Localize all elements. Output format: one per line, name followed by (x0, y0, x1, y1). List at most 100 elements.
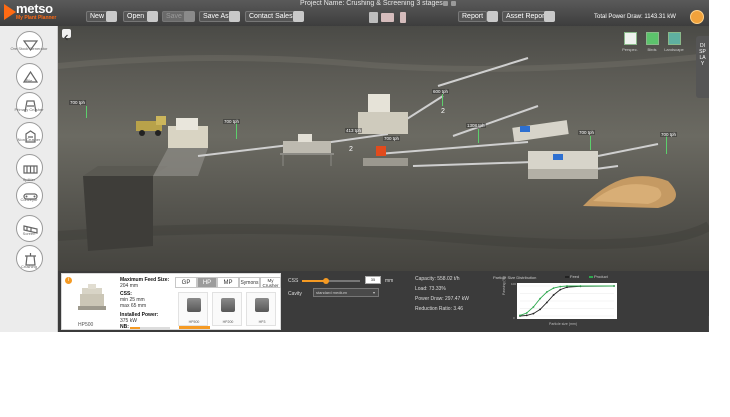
view-perspective-label: Perspec. (622, 47, 638, 52)
sidebar-item-ore-stock[interactable] (16, 31, 43, 58)
report-button[interactable]: Report (458, 11, 488, 22)
save-disk-icon[interactable] (184, 11, 195, 22)
data-point-feed (539, 308, 542, 311)
view-birds-icon[interactable] (646, 32, 659, 45)
delete-icon[interactable] (381, 13, 394, 22)
model-hp3-label: HP3 (258, 320, 266, 324)
top-toolbar: metso My Plant Planner New Open Save Sav… (0, 0, 709, 26)
metso-logo: metso My Plant Planner (4, 1, 82, 24)
nb-label: NB: (120, 324, 129, 330)
nb-progress-bar (130, 327, 170, 329)
cavity-select[interactable]: standard medium ▾ (313, 288, 379, 297)
crusher-model-name: HP500 (78, 322, 94, 328)
scene-collapse-button[interactable] (62, 29, 71, 41)
view-landscape-icon[interactable] (668, 32, 681, 45)
new-file-icon[interactable] (106, 11, 117, 22)
data-point-product (579, 285, 582, 287)
user-avatar-icon[interactable] (690, 10, 704, 24)
flow-label[interactable]: 700 tph (660, 132, 678, 137)
data-point-product (552, 287, 555, 289)
report-icon[interactable] (487, 11, 498, 22)
selected-model-indicator (179, 326, 210, 329)
css-setting-label: CSS (288, 278, 299, 284)
psd-plot-area (517, 283, 617, 319)
crusher-image (78, 284, 106, 310)
psd-x-axis-label: Particle size (mm) (549, 322, 578, 326)
contact-person-icon[interactable] (293, 11, 304, 22)
capacity-stat: Capacity: 558.02 t/h (415, 276, 460, 282)
redo-icon[interactable] (451, 1, 456, 6)
flow-label[interactable]: 600 tph (432, 89, 450, 94)
css-slider[interactable] (302, 278, 360, 284)
logo-wordmark: metso (16, 1, 53, 16)
css-value-input[interactable]: 35 (365, 276, 381, 284)
undo-icon[interactable] (443, 1, 448, 6)
view-perspective-icon[interactable] (624, 32, 637, 45)
css-max-value: max 65 mm (120, 303, 147, 309)
panel-scrollbar[interactable] (708, 316, 709, 332)
contact-sales-button[interactable]: Contact Sales (245, 11, 297, 22)
flow-flag (236, 123, 237, 139)
project-name: Project Name: Crushing & Screening 3 sta… (300, 0, 443, 7)
sidebar-item-pile[interactable] (16, 63, 43, 90)
open-folder-icon[interactable] (147, 11, 158, 22)
display-tab-label: DISPLAY (699, 43, 706, 67)
new-button[interactable]: New (86, 11, 109, 22)
nb-progress-fill (130, 327, 140, 329)
asset-report-icon[interactable] (544, 11, 555, 22)
legend-feed-swatch (565, 275, 569, 278)
tab-gp[interactable]: GP (175, 277, 197, 288)
tab-symons[interactable]: Symons (239, 277, 260, 288)
flow-label[interactable]: 700 tph (578, 130, 596, 135)
crusher-product-card: i HP500 Maximum Feed Size: 204 mm CSS: m… (61, 273, 281, 330)
tab-hp[interactable]: HP (197, 277, 217, 288)
sidebar-item-conveyor[interactable] (16, 182, 43, 209)
data-point-product (525, 312, 528, 314)
flow-label[interactable]: 700 tph (69, 100, 87, 105)
data-point-feed (552, 294, 555, 296)
flow-flag (86, 106, 87, 118)
sidebar-label-pile: Pile (25, 78, 33, 83)
save-as-icon[interactable] (229, 11, 240, 22)
flow-label[interactable]: 700 tph (223, 119, 241, 124)
data-point-product (539, 297, 542, 300)
model-hp200[interactable]: HP200 (212, 292, 242, 326)
open-button[interactable]: Open (123, 11, 149, 22)
legend-product: Product (589, 274, 608, 279)
model-hp200-label: HP200 (222, 320, 234, 324)
plant-3d-view[interactable]: Perspec. Birds Landscape DISPLAY 700 tph… (58, 26, 709, 271)
sidebar-item-non-crusher[interactable] (16, 122, 43, 149)
tab-my-crusher[interactable]: My Crusher (260, 277, 281, 288)
clear-icon[interactable] (400, 12, 406, 23)
model-hp500[interactable]: HP500 (178, 292, 208, 326)
power-draw-stat: Power Draw: 297.47 kW (415, 296, 469, 302)
tab-mp[interactable]: MP (217, 277, 239, 288)
display-panel-tab[interactable]: DISPLAY (696, 36, 709, 98)
y-tick-label: 100 (511, 282, 517, 286)
model-hp200-image (221, 298, 235, 312)
reduction-ratio-stat: Reduction Ratio: 3.46 (415, 306, 464, 312)
info-icon[interactable]: i (65, 277, 72, 284)
splitter-icon (23, 165, 38, 174)
sidebar-item-screen[interactable] (16, 215, 43, 242)
flow-label[interactable]: 1308 tph (466, 123, 486, 128)
view-birds-label: Birds (647, 47, 657, 52)
save-button[interactable]: Save (162, 11, 186, 22)
css-slider-thumb[interactable] (323, 278, 330, 284)
trash-icon[interactable] (369, 12, 378, 23)
y-tick-label: 0 (513, 316, 515, 320)
series-line-product (519, 285, 614, 316)
legend-product-swatch (589, 275, 593, 278)
psd-chart-title: Particle Size Distribution (493, 275, 537, 280)
sidebar-label-screen: Screen (22, 231, 36, 236)
flow-label[interactable]: 413 tph (345, 128, 363, 133)
sidebar-label-ore-stock: Ore Stock Generator (10, 46, 48, 51)
logo-mark-icon (4, 4, 16, 20)
flow-label[interactable]: 700 tph (383, 136, 401, 141)
data-point-feed (545, 301, 548, 304)
save-as-button[interactable]: Save As (199, 11, 233, 22)
model-hp3[interactable]: HP3 (246, 292, 276, 326)
sidebar-label-non-crusher: Non Crusher (17, 137, 41, 142)
app-window: metso My Plant Planner New Open Save Sav… (0, 0, 709, 332)
sidebar-item-primary-crusher[interactable] (16, 92, 43, 119)
